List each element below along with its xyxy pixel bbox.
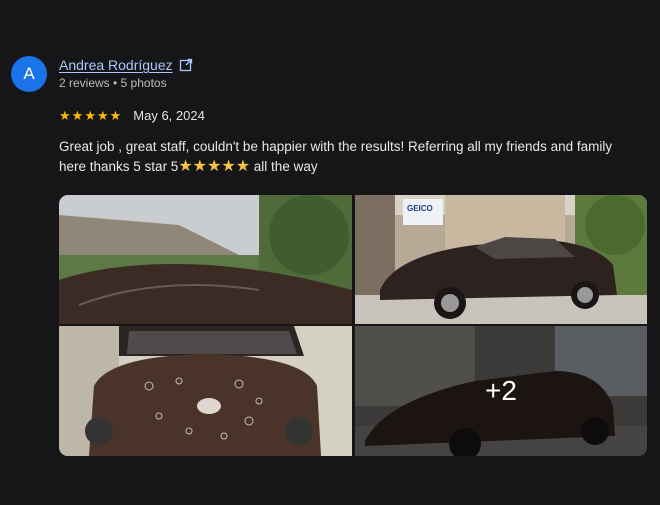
more-photos-count: +2	[355, 326, 647, 456]
star-icon: ★	[71, 108, 84, 123]
glowing-star-icon: ★	[178, 158, 193, 175]
star-icon: ★	[59, 108, 71, 123]
glowing-star-icon: ★	[192, 158, 208, 175]
author-name-link[interactable]: Andrea Rodríguez	[59, 57, 173, 73]
geico-sign-text: GEICO	[407, 204, 433, 213]
review-card: A Andrea Rodríguez 2 reviews • 5 photos …	[0, 0, 660, 505]
star-emoji-group: ★★★★★	[178, 158, 251, 175]
rating-row: ★ ★ ★ ★ ★ May 6, 2024	[59, 108, 205, 123]
glowing-star-icon: ★	[235, 158, 251, 175]
review-text: Great job , great staff, couldn't be hap…	[59, 137, 649, 177]
star-rating: ★ ★ ★ ★ ★	[59, 108, 121, 123]
author-meta: 2 reviews • 5 photos	[59, 76, 167, 90]
star-icon: ★	[96, 108, 109, 123]
glowing-star-icon: ★	[207, 158, 222, 175]
avatar-letter: A	[23, 64, 35, 83]
glowing-star-icon: ★	[221, 158, 236, 175]
review-date: May 6, 2024	[133, 108, 205, 123]
review-photo-3[interactable]	[59, 326, 352, 456]
review-text-line2-end: all the way	[250, 159, 318, 174]
photo-gallery: GEICO +2	[59, 195, 647, 456]
review-photo-2[interactable]: GEICO	[355, 195, 647, 324]
star-icon: ★	[109, 108, 122, 123]
review-photo-4-more[interactable]: +2	[355, 326, 647, 456]
star-icon: ★	[84, 108, 96, 123]
review-text-line2-start: here thanks 5 star 5	[59, 159, 179, 174]
review-photo-1[interactable]	[59, 195, 352, 324]
external-link-icon[interactable]	[179, 58, 193, 72]
author-row: Andrea Rodríguez	[59, 57, 193, 73]
review-text-line1: Great job , great staff, couldn't be hap…	[59, 139, 613, 154]
avatar[interactable]: A	[11, 56, 47, 92]
